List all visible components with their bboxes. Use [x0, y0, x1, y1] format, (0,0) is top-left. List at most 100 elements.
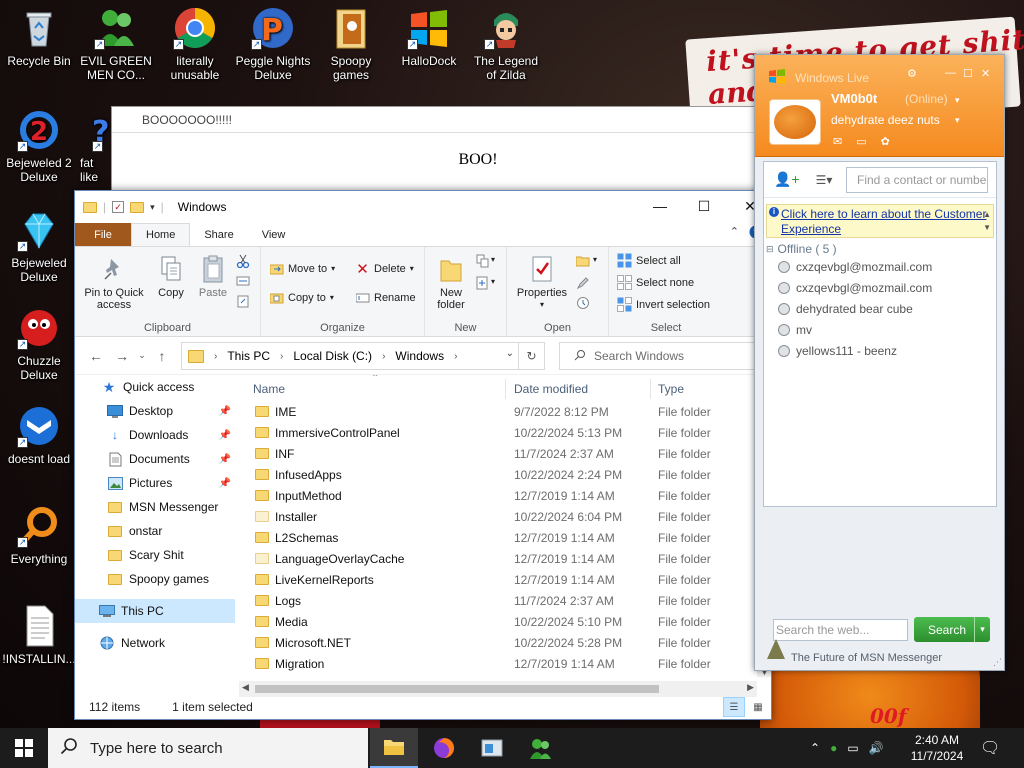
back-button[interactable]: ←	[83, 348, 109, 364]
msn-tray-icon[interactable]: ●	[830, 741, 837, 755]
clock[interactable]: 2:40 AM 11/7/2024	[906, 732, 968, 764]
contact-item[interactable]: dehydrated bear cube	[764, 298, 996, 319]
desktop-icon-bejeweled-2[interactable]: 2 ↗ Bejeweled 2 Deluxe	[1, 108, 77, 184]
desktop-icon-legend-of-zilda[interactable]: ↗ The Legend of Zilda	[468, 6, 544, 82]
taskbar-firefox[interactable]	[420, 728, 468, 768]
address-bar[interactable]: › This PC › Local Disk (C:) › Windows › …	[181, 342, 545, 370]
chevron-down-icon[interactable]: ▾	[955, 115, 960, 126]
column-name[interactable]: Name	[253, 382, 285, 396]
network-icon[interactable]: ▭	[847, 741, 858, 755]
address-dropdown-icon[interactable]: ⌄	[506, 348, 514, 359]
breadcrumb-local-disk[interactable]: Local Disk (C:)	[293, 349, 372, 363]
pin-quick-access-button[interactable]: Pin to Quick access	[81, 255, 147, 311]
explorer-titlebar[interactable]: | ✓ ▾ | Windows — ☐ ✕	[75, 191, 771, 223]
web-search-input[interactable]: Search the web...	[773, 619, 908, 641]
desktop-icon-everything[interactable]: ↗ Everything	[1, 504, 77, 566]
maximize-button[interactable]: ☐	[681, 191, 727, 221]
column-date-modified[interactable]: Date modified	[514, 382, 588, 396]
start-button[interactable]	[0, 728, 48, 768]
paste-shortcut-icon[interactable]	[235, 293, 250, 308]
nav-network[interactable]: Network	[75, 631, 235, 655]
new-folder-icon[interactable]	[130, 201, 145, 213]
desktop-icon-doesnt-load[interactable]: ↗ doesnt load	[1, 404, 77, 466]
desktop-icon-recycle-bin[interactable]: Recycle Bin	[1, 6, 77, 68]
copy-to-button[interactable]: Copy to ▾	[269, 290, 334, 305]
nav-desktop[interactable]: Desktop 📌	[75, 399, 235, 423]
table-row[interactable]: IME 9/7/2022 8:12 PM File folder	[245, 401, 759, 422]
taskbar-msn-messenger[interactable]	[516, 728, 564, 768]
table-row[interactable]: Media 10/22/2024 5:10 PM File folder	[245, 611, 759, 632]
chevron-down-icon[interactable]: ▾	[150, 202, 155, 213]
edit-icon[interactable]	[575, 275, 590, 290]
table-row[interactable]: LiveKernelReports 12/7/2019 1:14 AM File f…	[245, 569, 759, 590]
avatar[interactable]	[769, 99, 821, 145]
select-none-button[interactable]: Select none	[617, 275, 694, 290]
chevron-right-icon[interactable]: ›	[382, 351, 385, 362]
tab-file[interactable]: File	[75, 223, 131, 246]
delete-button[interactable]: ✕ Delete ▾	[355, 261, 414, 278]
table-row[interactable]: LanguageOverlayCache 12/7/2019 1:14 AM Fil…	[245, 548, 759, 569]
scroll-left-icon[interactable]: ◀	[242, 682, 249, 693]
large-icons-view-icon[interactable]: ▦	[747, 697, 769, 717]
nav-scary-shit[interactable]: Scary Shit	[75, 543, 235, 567]
chevron-down-icon[interactable]: ▾	[491, 255, 495, 264]
boo-titlebar[interactable]: BOOOOOOO!!!!!	[112, 107, 754, 133]
volume-icon[interactable]: 🔊	[869, 741, 884, 755]
chevron-down-icon[interactable]: ▾	[955, 95, 960, 106]
tab-share[interactable]: Share	[190, 223, 247, 246]
customer-experience-link[interactable]: Click here to learn about the Customer E…	[781, 207, 986, 236]
table-row[interactable]: INF 11/7/2024 2:37 AM File folder	[245, 443, 759, 464]
desktop-icon-bejeweled[interactable]: ↗ Bejeweled Deluxe	[1, 208, 77, 284]
scroll-right-icon[interactable]: ▶	[747, 682, 754, 693]
easy-access-icon[interactable]	[475, 275, 490, 290]
details-view-icon[interactable]: ☰	[723, 697, 745, 717]
chevron-down-icon[interactable]: ▾	[974, 617, 990, 642]
up-button[interactable]: ↑	[149, 348, 175, 364]
notification-center-icon[interactable]: 🗨	[980, 738, 1000, 758]
move-to-button[interactable]: Move to ▾	[269, 261, 335, 276]
resize-grip-icon[interactable]: ⋰	[993, 657, 1002, 668]
chevron-right-icon[interactable]: ›	[280, 351, 283, 362]
open-icon[interactable]	[575, 253, 590, 268]
search-input[interactable]: Search Windows	[559, 342, 761, 370]
minimize-button[interactable]: —	[945, 67, 956, 79]
nav-documents[interactable]: Documents 📌	[75, 447, 235, 471]
breadcrumb-windows[interactable]: Windows	[395, 349, 444, 363]
properties-button[interactable]: Properties ▾	[513, 255, 571, 311]
column-type[interactable]: Type	[658, 382, 684, 396]
find-contact-input[interactable]: Find a contact or numbe	[846, 167, 988, 193]
desktop-icon-spoopy-games[interactable]: Spoopy games	[313, 6, 389, 82]
mail-icon[interactable]: ✉	[833, 135, 842, 148]
list-options-icon[interactable]: ☰▾	[816, 173, 833, 187]
nav-pictures[interactable]: Pictures 📌	[75, 471, 235, 495]
table-row[interactable]: ImmersiveControlPanel 10/22/2024 5:13 PM F…	[245, 422, 759, 443]
refresh-icon[interactable]: ↻	[518, 343, 544, 369]
scroll-thumb[interactable]	[255, 685, 659, 693]
contact-group-offline[interactable]: ⊟ Offline ( 5 )	[766, 242, 996, 256]
properties-checkbox-icon[interactable]: ✓	[112, 201, 125, 213]
copy-path-icon[interactable]	[235, 273, 250, 288]
tab-view[interactable]: View	[248, 223, 300, 246]
cut-icon[interactable]	[235, 253, 250, 268]
personal-message[interactable]: dehydrate deez nuts	[831, 113, 940, 127]
copy-button[interactable]: Copy	[151, 255, 191, 299]
tab-home[interactable]: Home	[131, 223, 191, 246]
forward-button[interactable]: →	[109, 348, 135, 364]
online-status[interactable]: (Online)	[905, 92, 948, 106]
desktop-icon-fat-like[interactable]: ? ↗ fat like	[68, 108, 112, 184]
table-row[interactable]: InputMethod 12/7/2019 1:14 AM File folder	[245, 485, 759, 506]
table-row[interactable]: InfusedApps 10/22/2024 2:24 PM File folder	[245, 464, 759, 485]
contact-item[interactable]: yellows111 - beenz	[764, 340, 996, 361]
desktop-icon-peggle-nights[interactable]: P ↗ Peggle Nights Deluxe	[235, 6, 311, 82]
desktop-icon-chuzzle[interactable]: ↗ Chuzzle Deluxe	[1, 306, 77, 382]
contact-item[interactable]: cxzqevbgl@mozmail.com	[764, 256, 996, 277]
nav-quick-access[interactable]: ★ Quick access	[75, 375, 235, 399]
file-explorer-window[interactable]: | ✓ ▾ | Windows — ☐ ✕ File Home Share Vi…	[74, 190, 772, 720]
nav-spoopy-games[interactable]: Spoopy games	[75, 567, 235, 591]
maximize-button[interactable]: ☐	[963, 67, 973, 80]
table-row[interactable]: Logs 11/7/2024 2:37 AM File folder	[245, 590, 759, 611]
contact-item[interactable]: cxzqevbgl@mozmail.com	[764, 277, 996, 298]
display-name[interactable]: VM0b0t	[831, 91, 877, 106]
table-row[interactable]: Installer 10/22/2024 6:04 PM File folder	[245, 506, 759, 527]
nav-downloads[interactable]: ↓ Downloads 📌	[75, 423, 235, 447]
